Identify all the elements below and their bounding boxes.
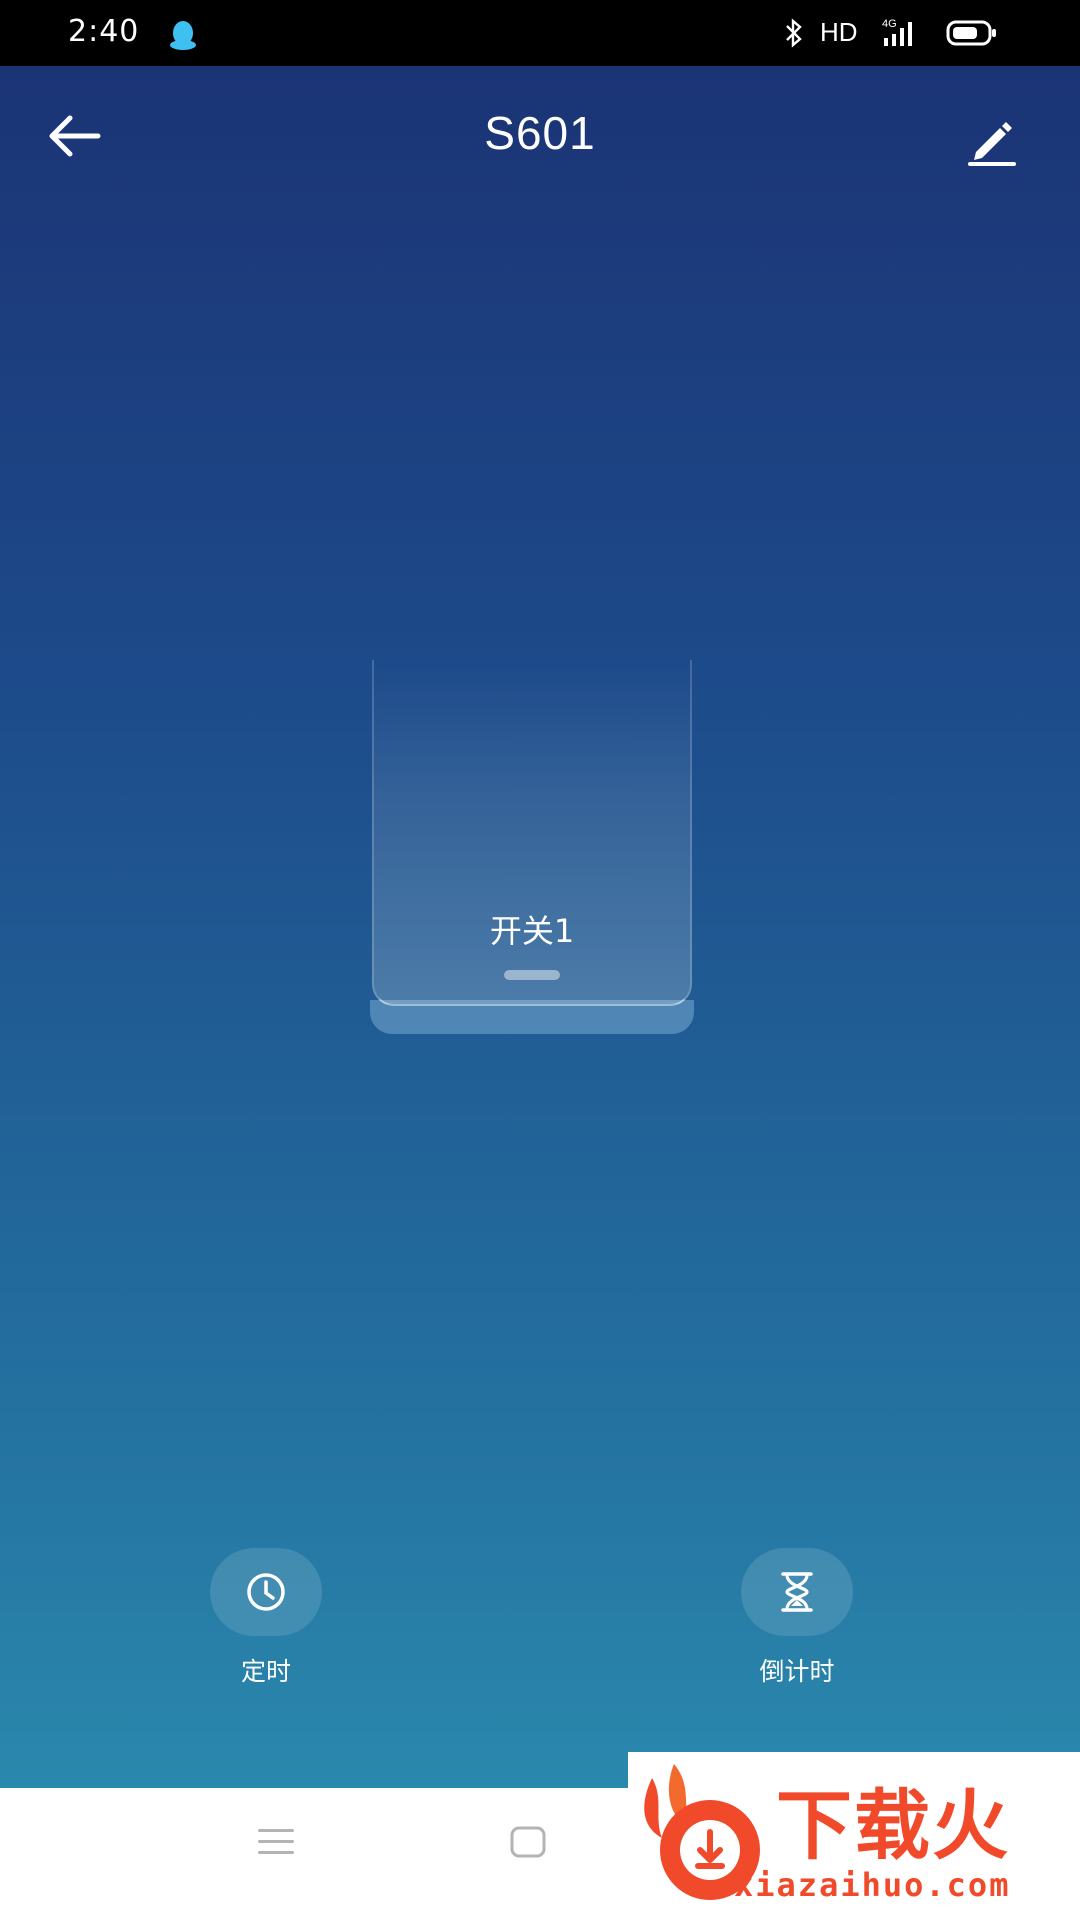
bluetooth-icon [782, 18, 806, 52]
timer-button[interactable] [210, 1548, 322, 1636]
countdown-label: 倒计时 [759, 1657, 835, 1686]
back-button[interactable] [38, 104, 110, 168]
switch-toggle-card[interactable] [372, 660, 692, 1006]
arrow-left-icon [49, 115, 101, 157]
qq-icon [168, 18, 198, 56]
pencil-icon [968, 122, 1016, 166]
watermark: 下载火 xiazaihuo.com [628, 1752, 1080, 1920]
menu-icon [258, 1829, 294, 1854]
app-screen: 2:40 HD 4G S601 开关1 定时 倒计时 下载火 xiazaihuo… [0, 0, 1080, 1920]
clock-icon [247, 1573, 285, 1611]
timer-label: 定时 [240, 1657, 291, 1686]
status-bar: 2:40 HD 4G [0, 0, 1080, 66]
page-title: S601 [484, 107, 596, 159]
countdown-button[interactable] [741, 1548, 853, 1636]
edit-button[interactable] [960, 110, 1024, 174]
nav-menu-button[interactable] [256, 1826, 296, 1862]
signal-icon: 4G [880, 16, 932, 54]
watermark-url: xiazaihuo.com [734, 1866, 1011, 1904]
watermark-text: 下载火 [776, 1781, 1010, 1870]
switch-handle [504, 970, 560, 980]
battery-icon [946, 20, 998, 50]
home-square-icon [510, 1826, 546, 1858]
network-type-label: HD [820, 17, 858, 47]
switch-label: 开关1 [489, 912, 575, 950]
hourglass-icon [781, 1572, 813, 1612]
status-time: 2:40 [68, 14, 140, 49]
signal-label: 4G [882, 18, 897, 30]
nav-home-button[interactable] [508, 1824, 548, 1864]
